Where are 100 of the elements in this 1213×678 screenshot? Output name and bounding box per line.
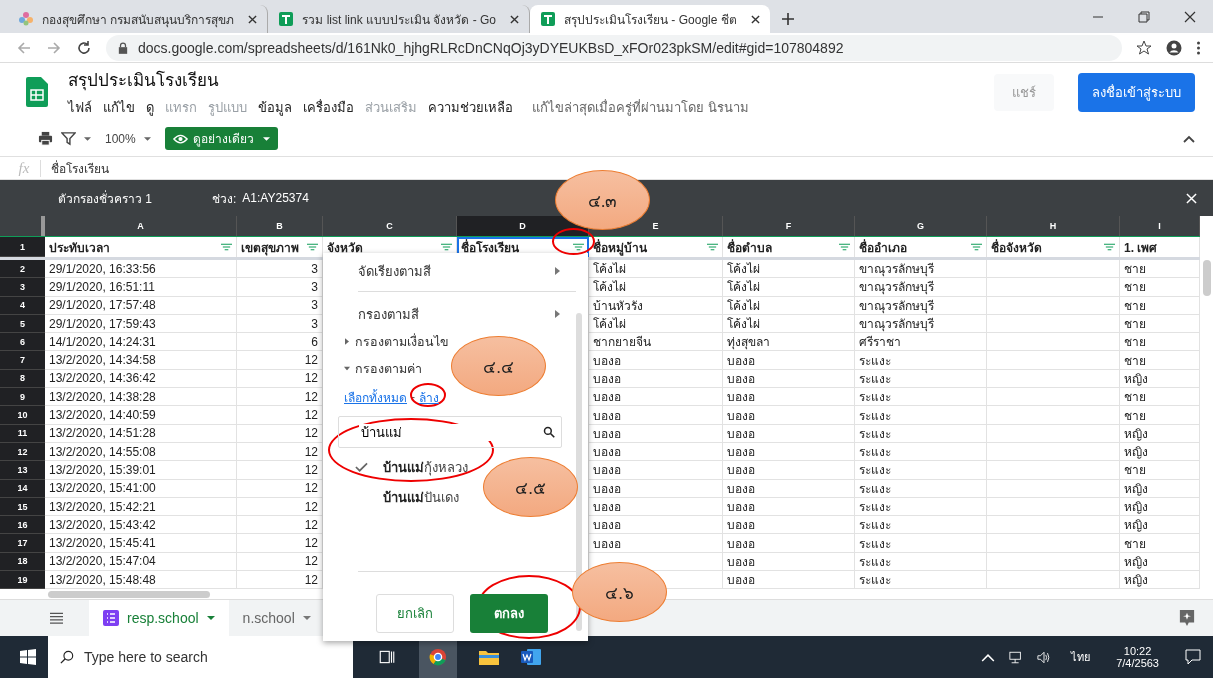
column-header[interactable]: D <box>519 221 526 231</box>
formula-label: fx <box>8 159 41 177</box>
table-cell: 12 <box>304 371 318 386</box>
column-header[interactable]: A <box>137 221 144 231</box>
column-header[interactable]: B <box>276 221 283 231</box>
scrollbar-thumb[interactable] <box>576 313 582 631</box>
filter-section-toggle[interactable]: กรองตามเงื่อนไข <box>323 328 449 355</box>
spreadsheet-icon <box>540 11 557 27</box>
sign-in-button[interactable]: ลงชื่อเข้าสู่ระบบ <box>1078 72 1195 112</box>
collapse-icon[interactable] <box>1183 134 1195 143</box>
table-cell: 13/2/2020, 15:41:00 <box>49 481 156 496</box>
caret-icon[interactable] <box>143 136 151 141</box>
table-cell-text: โค้งไผ่ <box>593 261 626 278</box>
filter-value-option[interactable]: บ้านแม่กุ้งหลวง <box>323 452 472 482</box>
input-language[interactable]: ไทย <box>1071 648 1091 667</box>
browser-tab[interactable]: รวม list link แบบประเมิน จังหวัด - Go <box>268 5 531 33</box>
browser-tab[interactable]: สรุปประเมินโรงเรียน - Google ชีต <box>530 5 770 33</box>
menu-item[interactable]: ข้อมูล <box>258 97 292 118</box>
clear-link[interactable]: ล้าง <box>419 387 439 407</box>
table-cell: 29/1/2020, 17:59:43 <box>49 316 156 331</box>
notification-icon[interactable] <box>1185 649 1201 666</box>
column-header[interactable]: I <box>1158 221 1161 231</box>
menu-item[interactable]: จัดเรียงตามสี <box>323 257 588 285</box>
explore-icon[interactable] <box>1179 609 1195 628</box>
filter-value-option[interactable]: บ้านแม่ปันเดง <box>323 482 463 512</box>
scrollbar-thumb[interactable] <box>48 590 210 598</box>
row-number[interactable]: 7 <box>0 351 45 370</box>
account-icon[interactable] <box>1166 39 1182 56</box>
last-edit-link[interactable]: แก้ไขล่าสุดเมื่อครู่ที่ผ่านมาโดย นิรนาม <box>532 97 749 118</box>
table-cell-text: บองอ <box>593 480 621 497</box>
network-icon[interactable] <box>1009 650 1024 664</box>
address-bar[interactable]: docs.google.com/spreadsheets/d/161Nk0_hjhgRLRcDnCNqOj3yDYEUKBsD_xFOr023pkSM/edit#gid=107804892 <box>106 34 1122 61</box>
row-number[interactable]: 17 <box>0 534 45 553</box>
formula-field[interactable]: ชื่อโรงเรียน <box>51 158 109 178</box>
spreadsheet-logo-icon[interactable] <box>26 77 48 107</box>
table-cell-text: ระแงะ <box>859 480 891 497</box>
print-icon[interactable] <box>38 131 53 146</box>
search-icon <box>543 426 555 438</box>
windows-logo-icon[interactable] <box>20 649 36 666</box>
taskbar-search-field[interactable]: Type here to search <box>82 648 326 667</box>
menu-item[interactable]: เครื่องมือ <box>303 97 354 118</box>
range-label: ช่วง: <box>212 190 237 208</box>
column-header[interactable]: F <box>785 221 792 231</box>
table-cell: 12 <box>304 554 318 569</box>
row-number[interactable]: 19 <box>0 571 45 590</box>
column-header[interactable]: E <box>652 221 659 231</box>
caret-icon[interactable] <box>84 136 91 141</box>
restore-icon[interactable] <box>1138 11 1150 23</box>
folder-icon[interactable] <box>479 648 499 667</box>
menu-item[interactable]: ไฟล์ <box>68 97 92 118</box>
menu-item[interactable]: ดู <box>146 97 154 118</box>
browser-tab[interactable]: กองสุขศึกษา กรมสนับสนุนบริการสุขภ <box>8 5 269 33</box>
header-cell-text: เขตสุขภาพ <box>241 239 299 257</box>
row-number[interactable]: 6 <box>0 333 45 352</box>
sheet-tab[interactable]: n.school <box>228 600 325 637</box>
table-cell-text: ชาย <box>1124 334 1146 351</box>
clock-time[interactable]: 10:22 <box>1123 645 1152 658</box>
scrollbar-thumb[interactable] <box>1203 260 1211 296</box>
menu-item[interactable]: แก้ไข <box>103 97 135 118</box>
search-box[interactable]: บ้านแม่ <box>338 416 562 448</box>
select-all-link[interactable]: เลือกทั้งหมด <box>344 387 407 407</box>
filter-icon[interactable] <box>61 131 76 146</box>
column-header[interactable]: C <box>386 221 393 231</box>
filter-view-name[interactable]: ตัวกรองชั่วคราว 1 <box>58 188 152 208</box>
table-cell-text: ระแงะ <box>859 389 891 406</box>
volume-icon[interactable] <box>1037 650 1052 664</box>
table-cell-text: ระแงะ <box>859 407 891 424</box>
zoom-dropdown[interactable]: 100% <box>105 131 136 146</box>
sheet-tab[interactable]: resp.school <box>89 600 229 637</box>
row-number[interactable]: 1 <box>0 237 45 257</box>
row-number[interactable]: 9 <box>0 388 45 407</box>
column-header[interactable]: H <box>1049 221 1057 231</box>
ok-button[interactable]: ตกลง <box>469 594 548 633</box>
chrome-icon[interactable] <box>428 648 448 667</box>
table-cell-text: โค้งไผ่ <box>593 316 626 333</box>
row-number[interactable]: 3 <box>0 278 45 297</box>
reload-icon[interactable] <box>76 39 92 56</box>
more-icon[interactable] <box>1196 39 1201 56</box>
check-icon <box>355 462 368 472</box>
menu-item[interactable]: กรองตามสี <box>323 300 588 328</box>
view-only-button[interactable]: ดูอย่างเดียว <box>164 127 278 150</box>
table-cell: 13/2/2020, 15:47:04 <box>49 554 156 569</box>
column-header[interactable]: G <box>917 221 924 231</box>
cancel-button[interactable]: ยกเลิก <box>375 594 454 633</box>
star-icon[interactable] <box>1136 39 1152 56</box>
menu-item[interactable]: ความช่วยเหลือ <box>428 97 513 118</box>
row-number[interactable]: 10 <box>0 406 45 425</box>
row-number[interactable]: 13 <box>0 461 45 480</box>
range-value[interactable]: A1:AY25374 <box>242 191 309 205</box>
filter-section-toggle[interactable]: กรองตามค่า <box>323 355 422 382</box>
menu-icon[interactable] <box>50 612 63 625</box>
table-cell: 3 <box>311 298 318 313</box>
document-title[interactable]: สรุปประเมินโรงเรียน <box>68 66 749 93</box>
word-icon[interactable] <box>521 648 541 667</box>
clock-date[interactable]: 7/4/2563 <box>1116 657 1159 670</box>
row-number[interactable]: 2 <box>0 260 45 279</box>
taskbar-search-box[interactable]: Type here to search <box>48 636 353 678</box>
row-number[interactable]: 16 <box>0 516 45 535</box>
close-icon[interactable] <box>1184 11 1196 23</box>
new-tab-icon[interactable] <box>781 13 794 25</box>
